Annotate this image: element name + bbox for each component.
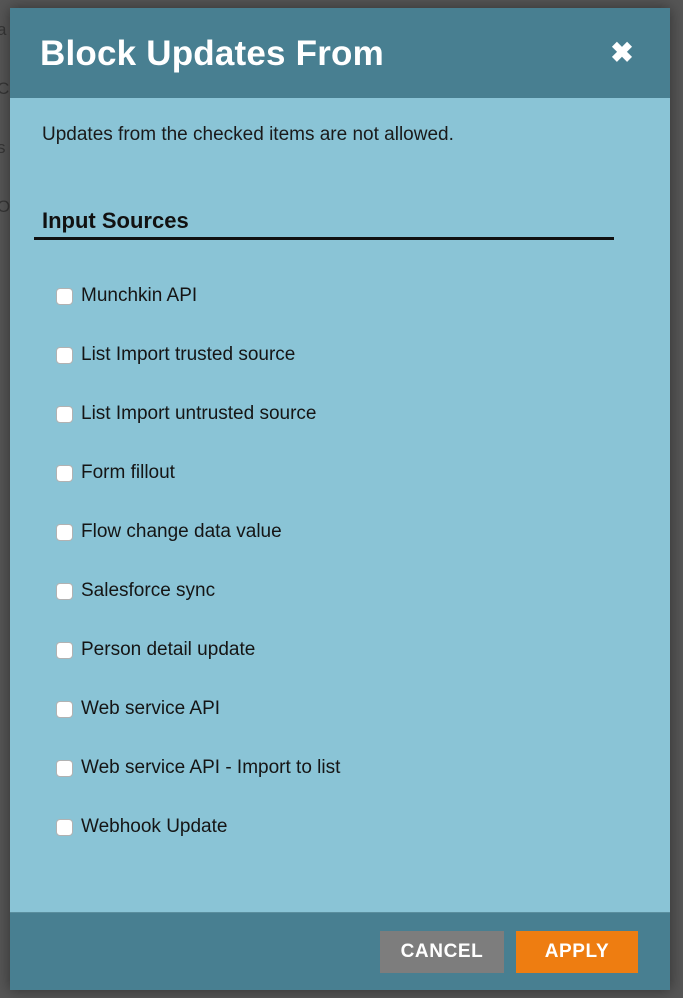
close-icon[interactable]: ✖ xyxy=(602,31,646,75)
list-item-label: Web service API xyxy=(81,698,221,720)
list-item[interactable]: Salesforce sync xyxy=(56,562,640,621)
apply-button[interactable]: APPLY xyxy=(516,930,638,973)
checkbox-list-import-untrusted-source[interactable] xyxy=(56,405,73,423)
list-item[interactable]: Person detail update xyxy=(56,621,640,680)
list-item-label: Person detail update xyxy=(81,639,256,661)
checkbox-list-import-trusted-source[interactable] xyxy=(56,346,73,364)
dialog-body: Updates from the checked items are not a… xyxy=(10,98,670,912)
dialog-description: Updates from the checked items are not a… xyxy=(42,124,454,145)
checkbox-webhook-update[interactable] xyxy=(56,818,73,836)
dialog-footer: CANCEL APPLY xyxy=(10,912,670,990)
list-item-label: Form fillout xyxy=(81,462,175,484)
list-item[interactable]: Webhook Update xyxy=(56,798,640,857)
checkbox-munchkin-api[interactable] xyxy=(56,287,73,305)
list-item-label: Flow change data value xyxy=(81,521,282,543)
list-item[interactable]: Form fillout xyxy=(56,444,640,503)
checkbox-flow-change-data-value[interactable] xyxy=(56,523,73,541)
list-item-label: List Import trusted source xyxy=(81,344,296,366)
checkbox-person-detail-update[interactable] xyxy=(56,641,73,659)
list-item[interactable]: List Import untrusted source xyxy=(56,385,640,444)
list-item[interactable]: Web service API xyxy=(56,680,640,739)
list-item-label: List Import untrusted source xyxy=(81,403,317,425)
dialog-header: Block Updates From ✖ xyxy=(10,8,670,98)
list-item-label: Munchkin API xyxy=(81,285,198,307)
list-item-label: Webhook Update xyxy=(81,816,228,838)
list-item[interactable]: Flow change data value xyxy=(56,503,640,562)
list-item[interactable]: Munchkin API xyxy=(56,267,640,326)
checkbox-web-service-api[interactable] xyxy=(56,700,73,718)
list-item-label: Salesforce sync xyxy=(81,580,216,602)
section-heading-container: Input Sources xyxy=(34,207,614,240)
block-updates-from-dialog: Block Updates From ✖ Updates from the ch… xyxy=(10,8,670,990)
input-sources-checkbox-list: Munchkin API List Import trusted source … xyxy=(34,267,640,857)
list-item[interactable]: List Import trusted source xyxy=(56,326,640,385)
cancel-button[interactable]: CANCEL xyxy=(380,930,504,973)
checkbox-web-service-api-import-to-list[interactable] xyxy=(56,759,73,777)
checkbox-salesforce-sync[interactable] xyxy=(56,582,73,600)
section-heading-input-sources: Input Sources xyxy=(42,207,189,233)
list-item[interactable]: Web service API - Import to list xyxy=(56,739,640,798)
list-item-label: Web service API - Import to list xyxy=(81,757,341,779)
checkbox-form-fillout[interactable] xyxy=(56,464,73,482)
dialog-title: Block Updates From xyxy=(40,33,384,73)
